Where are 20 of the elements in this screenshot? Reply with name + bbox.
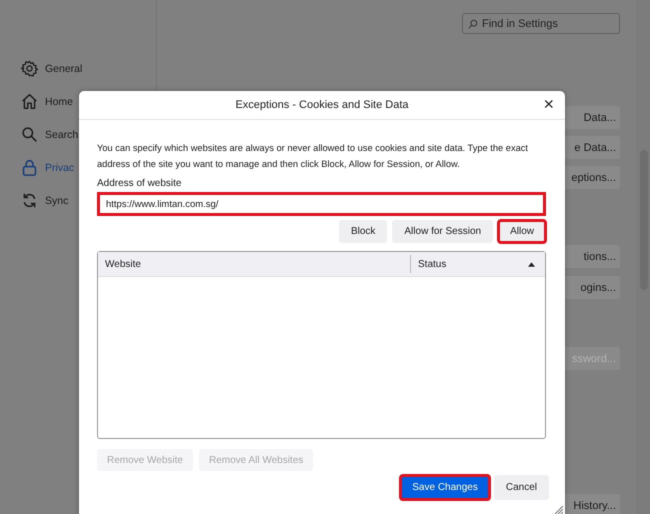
address-field[interactable]: https://www.limtan.com.sg/ — [97, 192, 546, 216]
action-button[interactable]: Block — [338, 220, 388, 243]
column-header[interactable]: Website — [98, 255, 411, 273]
resize-grip-icon[interactable] — [553, 504, 563, 514]
cancel-button[interactable]: Cancel — [494, 475, 549, 500]
column-header[interactable]: Status — [411, 252, 545, 276]
sidebar-item[interactable]: General — [0, 52, 156, 85]
search-field[interactable]: Find in Settings — [462, 13, 620, 34]
search-icon — [21, 126, 38, 143]
action-button[interactable]: Allow for Session — [392, 220, 494, 243]
lock-icon — [21, 159, 38, 176]
field-label: Address of website — [97, 178, 182, 189]
sync-icon — [21, 192, 38, 209]
house-icon — [21, 93, 38, 110]
save-button[interactable]: Save Changes — [400, 475, 490, 500]
settings-icon — [21, 60, 38, 77]
dialog-title: Exceptions - Cookies and Site Data — [235, 99, 409, 111]
action-button[interactable]: Allow — [498, 220, 546, 243]
sidebar-item[interactable]: Home — [0, 85, 156, 118]
description-text: You can specify which websites are always or never allowed to use cookies and site data. Type the exact address of the site you want to manage and then click Block, Allow for Session, or Allow. — [97, 142, 530, 171]
